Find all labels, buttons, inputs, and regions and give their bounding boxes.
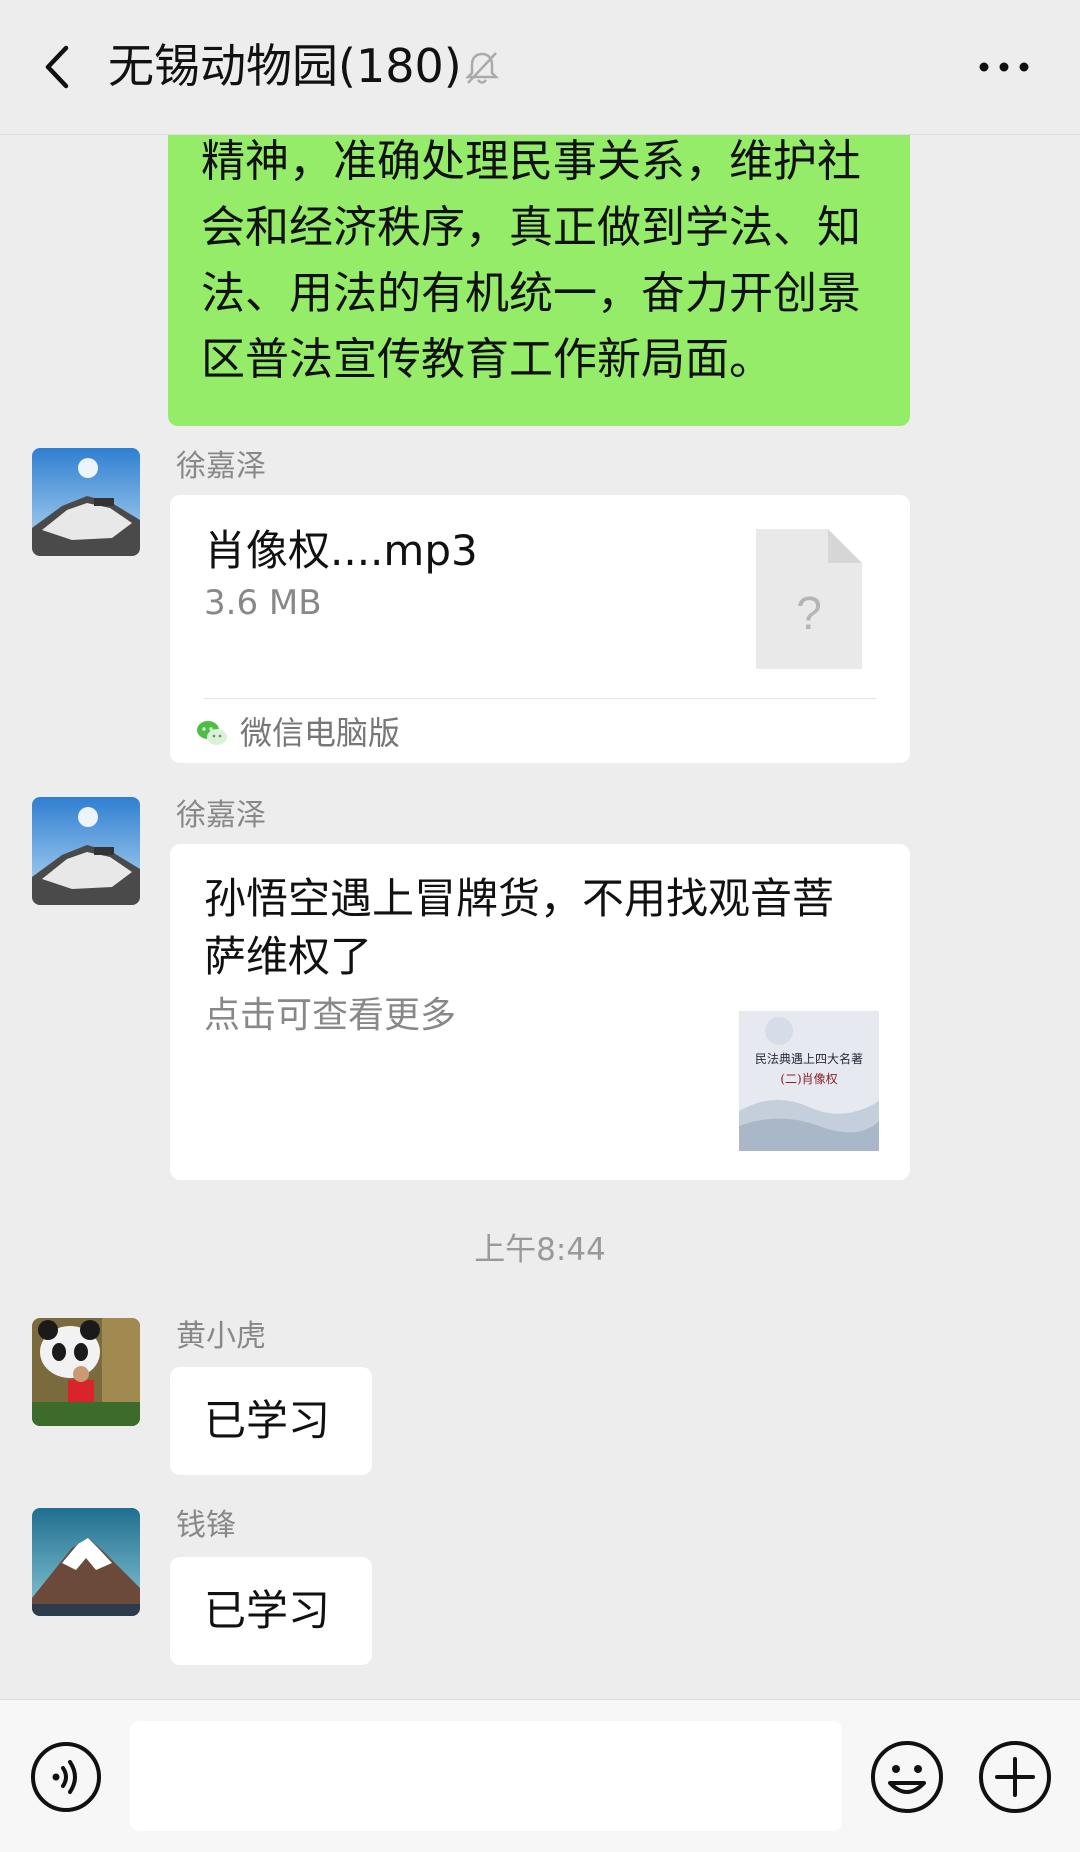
chat-title[interactable]: 无锡动物园(180) xyxy=(108,36,462,96)
bell-muted-icon xyxy=(464,52,500,84)
plus-icon[interactable] xyxy=(977,1739,1053,1815)
link-message-card[interactable]: 孙悟空遇上冒牌货，不用找观音菩萨维权了 点击可查看更多 民法典遇上四大名著 (二… xyxy=(170,844,910,1180)
own-message-text: 精神，准确处理民事关系，维护社会和经济秩序，真正做到学法、知法、用法的有机统一，… xyxy=(201,136,861,385)
input-bar xyxy=(0,1699,1080,1852)
divider xyxy=(204,698,876,699)
own-message-bubble[interactable]: 精神，准确处理民事关系，维护社会和经济秩序，真正做到学法、知法、用法的有机统一，… xyxy=(168,135,910,426)
file-size: 3.6 MB xyxy=(204,583,322,623)
mountain-avatar-image xyxy=(32,797,140,905)
unknown-file-icon: ? xyxy=(756,529,862,669)
link-thumbnail: 民法典遇上四大名著 (二)肖像权 xyxy=(739,1011,879,1151)
message-text: 已学习 xyxy=(204,1396,331,1445)
emoji-icon[interactable] xyxy=(869,1739,945,1815)
more-dots-icon[interactable] xyxy=(976,52,1032,82)
file-message-card[interactable]: 肖像权....mp3 3.6 MB ? 微信电脑版 xyxy=(170,495,910,763)
voice-icon[interactable] xyxy=(29,1740,103,1814)
sender-name: 徐嘉泽 xyxy=(176,449,266,484)
sender-name: 钱锋 xyxy=(176,1508,236,1543)
file-name: 肖像权....mp3 xyxy=(204,526,478,575)
message-bubble[interactable]: 已学习 xyxy=(170,1367,372,1475)
message-bubble[interactable]: 已学习 xyxy=(170,1557,372,1665)
thumb-text-1: 民法典遇上四大名著 xyxy=(755,1051,863,1066)
message-timestamp: 上午8:44 xyxy=(474,1232,606,1268)
link-title: 孙悟空遇上冒牌货，不用找观音菩萨维权了 xyxy=(204,874,835,981)
sender-name: 黄小虎 xyxy=(176,1319,266,1354)
sender-name: 徐嘉泽 xyxy=(176,798,266,833)
chevron-left-icon[interactable] xyxy=(34,42,84,92)
thumb-text-2: (二)肖像权 xyxy=(780,1072,837,1086)
message-text: 已学习 xyxy=(204,1586,331,1635)
link-description: 点击可查看更多 xyxy=(204,995,457,1036)
avatar[interactable] xyxy=(32,1318,140,1426)
mountain-avatar-image xyxy=(32,448,140,556)
avatar[interactable] xyxy=(32,1508,140,1616)
chat-messages[interactable]: 精神，准确处理民事关系，维护社会和经济秩序，真正做到学法、知法、用法的有机统一，… xyxy=(0,135,1080,1699)
file-icon-glyph: ? xyxy=(796,587,822,639)
snow-mountain-avatar-image xyxy=(32,1508,140,1616)
avatar[interactable] xyxy=(32,797,140,905)
avatar[interactable] xyxy=(32,448,140,556)
message-input[interactable] xyxy=(130,1721,842,1831)
chat-header: 无锡动物园(180) xyxy=(0,0,1080,135)
wechat-icon xyxy=(197,721,227,745)
panda-avatar-image xyxy=(32,1318,140,1426)
file-source-label: 微信电脑版 xyxy=(240,714,401,752)
